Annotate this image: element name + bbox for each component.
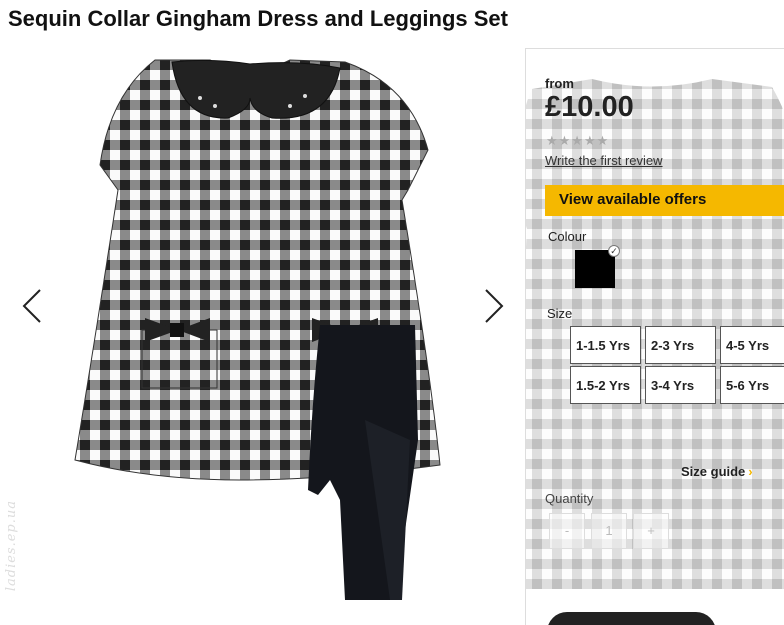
product-gallery: ladies.ep.ua	[0, 40, 520, 625]
page-title: Sequin Collar Gingham Dress and Leggings…	[8, 6, 508, 31]
size-option[interactable]: 1-1.5 Yrs	[570, 326, 641, 364]
size-option[interactable]: 5-6 Yrs	[720, 366, 784, 404]
previous-image-button[interactable]	[20, 288, 44, 324]
size-option[interactable]: 2-3 Yrs	[645, 326, 716, 364]
view-offers-button[interactable]: View available offers	[545, 185, 784, 216]
purchase-panel: from £10.00 ★★★★★ Write the first review…	[525, 48, 784, 625]
chevron-right-icon	[485, 289, 504, 323]
colour-swatch-black[interactable]: ✓	[575, 245, 620, 288]
quantity-label: Quantity	[545, 491, 594, 506]
size-guide-link[interactable]: Size guide ›	[681, 464, 753, 479]
chevron-right-icon: ›	[748, 464, 753, 479]
quantity-increase-button[interactable]: +	[633, 513, 669, 549]
colour-label: Colour	[548, 229, 587, 244]
add-to-basket-button[interactable]: ADD TO BASKET	[547, 612, 716, 625]
size-option[interactable]: 1.5-2 Yrs	[570, 366, 641, 404]
chevron-left-icon	[22, 289, 41, 323]
quantity-decrease-button[interactable]: -	[549, 513, 585, 549]
product-image	[74, 59, 441, 600]
watermark: ladies.ep.ua	[4, 500, 19, 592]
price: £10.00	[545, 91, 634, 123]
size-guide-label: Size guide	[681, 464, 746, 479]
next-image-button[interactable]	[482, 288, 506, 324]
rating-stars: ★★★★★	[546, 133, 610, 148]
write-review-link[interactable]: Write the first review	[545, 153, 663, 168]
size-option[interactable]: 4-5 Yrs	[720, 326, 784, 364]
check-icon: ✓	[608, 245, 620, 257]
size-option[interactable]: 3-4 Yrs	[645, 366, 716, 404]
price-from-label: from	[545, 76, 574, 91]
quantity-input[interactable]: 1	[591, 513, 627, 549]
size-label: Size	[547, 306, 573, 321]
